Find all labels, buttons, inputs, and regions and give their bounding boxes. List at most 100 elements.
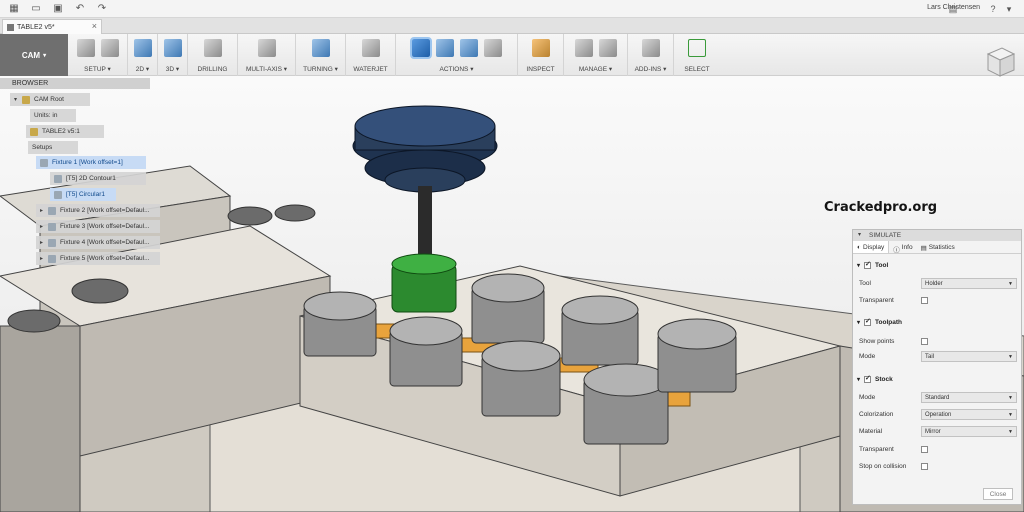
tab-statistics[interactable]: ▤ Statistics (917, 241, 959, 253)
chevron-down-icon[interactable]: ▾ (14, 96, 20, 103)
ribbon-group-add-ins[interactable]: ADD-INS ▾ (628, 34, 674, 76)
colorization-dropdown[interactable]: Operation ▼ (921, 409, 1017, 420)
toolpath-section-header[interactable]: ▾ Toolpath (857, 317, 902, 326)
field-label: Mode (859, 353, 876, 360)
stock-mode-dropdown[interactable]: Standard ▼ (921, 392, 1017, 403)
ribbon-group-inspect[interactable]: INSPECT (518, 34, 564, 76)
stop-on-collision-checkbox[interactable] (921, 463, 928, 470)
undo-icon[interactable]: ↶ (72, 2, 88, 16)
stock-transparent-row: Transparent (859, 444, 1017, 456)
simulate-title: SIMULATE (869, 232, 902, 239)
3d-toolpath-icon (163, 39, 182, 57)
tree-item-2d-contour[interactable]: [T5] 2D Contour1 (50, 172, 146, 185)
ribbon-group-setup[interactable]: SETUP ▾ (68, 34, 128, 76)
show-points-checkbox[interactable] (921, 338, 928, 345)
toolpath-mode-dropdown[interactable]: Tail ▼ (921, 351, 1017, 362)
toolpath-section-checkbox[interactable] (864, 317, 872, 326)
tree-item-fixture-3[interactable]: ▸ Fixture 3 [Work offset=Defaul... (36, 220, 160, 233)
toolbar-ribbon: CAM ▾ SETUP ▾ 2D ▾ 3D ▾ DRILLING MULTI-A… (0, 34, 1024, 76)
chevron-right-icon[interactable]: ▸ (40, 255, 46, 262)
setup-label: SETUP (84, 66, 106, 73)
ribbon-group-manage[interactable]: MANAGE ▾ (564, 34, 628, 76)
tree-item-fixture-2[interactable]: ▸ Fixture 2 [Work offset=Defaul... (36, 204, 160, 217)
workspace-switcher[interactable]: CAM ▾ (0, 34, 68, 76)
tab-info[interactable]: ⓘ Info (889, 241, 916, 254)
chevron-right-icon[interactable]: ▸ (40, 223, 46, 230)
tree-item-fixture-1[interactable]: Fixture 1 [Work offset=1] (36, 156, 146, 169)
chevron-right-icon[interactable]: ▸ (40, 207, 46, 214)
section-label: Stock (875, 376, 893, 383)
tree-item-fixture-5[interactable]: ▸ Fixture 5 [Work offset=Defaul... (36, 252, 160, 265)
setup-icon (48, 222, 56, 231)
measure-icon (531, 39, 550, 57)
manage-label: MANAGE (578, 66, 608, 73)
simulate-panel-header[interactable]: ▾ SIMULATE (853, 230, 1021, 241)
tree-item-cam-root[interactable]: ▾ CAM Root (10, 93, 90, 106)
setup-sheet-icon[interactable] (483, 39, 502, 57)
help-icon[interactable]: ? (986, 2, 1000, 16)
close-tab-icon[interactable]: × (92, 21, 97, 31)
chat-icon[interactable]: ▤ (946, 2, 960, 16)
stock-section-header[interactable]: ▾ Stock (857, 374, 893, 383)
turning-label: TURNING (303, 66, 333, 73)
chevron-right-icon[interactable]: ▸ (40, 239, 46, 246)
grid-menu-icon[interactable]: ▦ (6, 2, 22, 16)
collapse-icon[interactable]: ▾ (858, 230, 861, 241)
bulb-icon (22, 95, 30, 104)
display-icon: ◐ (857, 244, 861, 251)
tree-item-label: Fixture 3 [Work offset=Defaul... (60, 223, 150, 230)
ribbon-group-turning[interactable]: TURNING ▾ (296, 34, 346, 76)
dropdown-value: Operation (925, 412, 952, 418)
file-icon[interactable]: ▭ (28, 2, 44, 16)
viewcube[interactable] (982, 44, 1018, 80)
3d-label: 3D (165, 66, 175, 73)
app-title-bar: ▦ ▭ ▣ ↶ ↷ Lars Christensen ▤ ? ▾ (0, 0, 1024, 18)
waterjet-label: WATERJET (353, 66, 388, 73)
ribbon-group-waterjet[interactable]: WATERJET (346, 34, 396, 76)
tree-item-label: [T5] Circular1 (66, 191, 106, 198)
toolpath-mode-row: Mode Tail ▼ (859, 351, 1017, 363)
simulate-icon[interactable] (409, 37, 432, 59)
ribbon-group-actions[interactable]: ACTIONS ▾ (396, 34, 518, 76)
close-button[interactable]: Close (983, 488, 1013, 500)
material-row: Material Mirror ▼ (859, 426, 1017, 438)
browser-panel-header[interactable]: BROWSER (0, 78, 150, 89)
field-label: Transparent (859, 297, 894, 304)
material-dropdown[interactable]: Mirror ▼ (921, 426, 1017, 437)
tool-dropdown[interactable]: Holder ▼ (921, 278, 1017, 289)
stock-mode-row: Mode Standard ▼ (859, 392, 1017, 404)
redo-icon[interactable]: ↷ (94, 2, 110, 16)
tree-item-units[interactable]: Units: in (30, 109, 76, 122)
tree-item-fixture-4[interactable]: ▸ Fixture 4 [Work offset=Defaul... (36, 236, 160, 249)
document-tab[interactable]: TABLE2 v5* × (2, 19, 102, 34)
field-label: Colorization (859, 411, 894, 418)
tree-item-label: Fixture 5 [Work offset=Defaul... (60, 255, 150, 262)
waterjet-icon (361, 39, 380, 57)
ribbon-group-2d[interactable]: 2D ▾ (128, 34, 158, 76)
ribbon-group-multi-axis[interactable]: MULTI-AXIS ▾ (238, 34, 296, 76)
tool-section-header[interactable]: ▾ Tool (857, 260, 888, 269)
generate-icon[interactable] (435, 39, 454, 57)
stock-section-checkbox[interactable] (864, 374, 872, 383)
tab-display[interactable]: ◐ Display (853, 241, 890, 253)
tree-item-setups[interactable]: Setups (28, 141, 78, 154)
save-icon[interactable]: ▣ (50, 2, 66, 16)
setup-icon (48, 254, 56, 263)
ribbon-group-drilling[interactable]: DRILLING (188, 34, 238, 76)
document-tab-label: TABLE2 v5* (17, 23, 55, 31)
stop-on-collision-row: Stop on collision (859, 461, 1017, 473)
tool-transparent-checkbox[interactable] (921, 297, 928, 304)
chevron-down-icon: ▾ (857, 263, 861, 269)
tree-item-model[interactable]: TABLE2 v5:1 (26, 125, 104, 138)
ribbon-group-3d[interactable]: 3D ▾ (158, 34, 188, 76)
tool-section-checkbox[interactable] (864, 260, 872, 269)
field-label: Transparent (859, 446, 894, 453)
2d-toolpath-icon (133, 39, 152, 57)
post-process-icon[interactable] (459, 39, 478, 57)
simulate-tabs: ◐ Display ⓘ Info ▤ Statistics (853, 241, 1021, 254)
ribbon-group-select[interactable]: SELECT (674, 34, 720, 76)
2d-label: 2D (135, 66, 145, 73)
chevron-down-icon[interactable]: ▾ (1002, 2, 1016, 16)
tree-item-circular[interactable]: [T5] Circular1 (50, 188, 116, 201)
stock-transparent-checkbox[interactable] (921, 446, 928, 453)
